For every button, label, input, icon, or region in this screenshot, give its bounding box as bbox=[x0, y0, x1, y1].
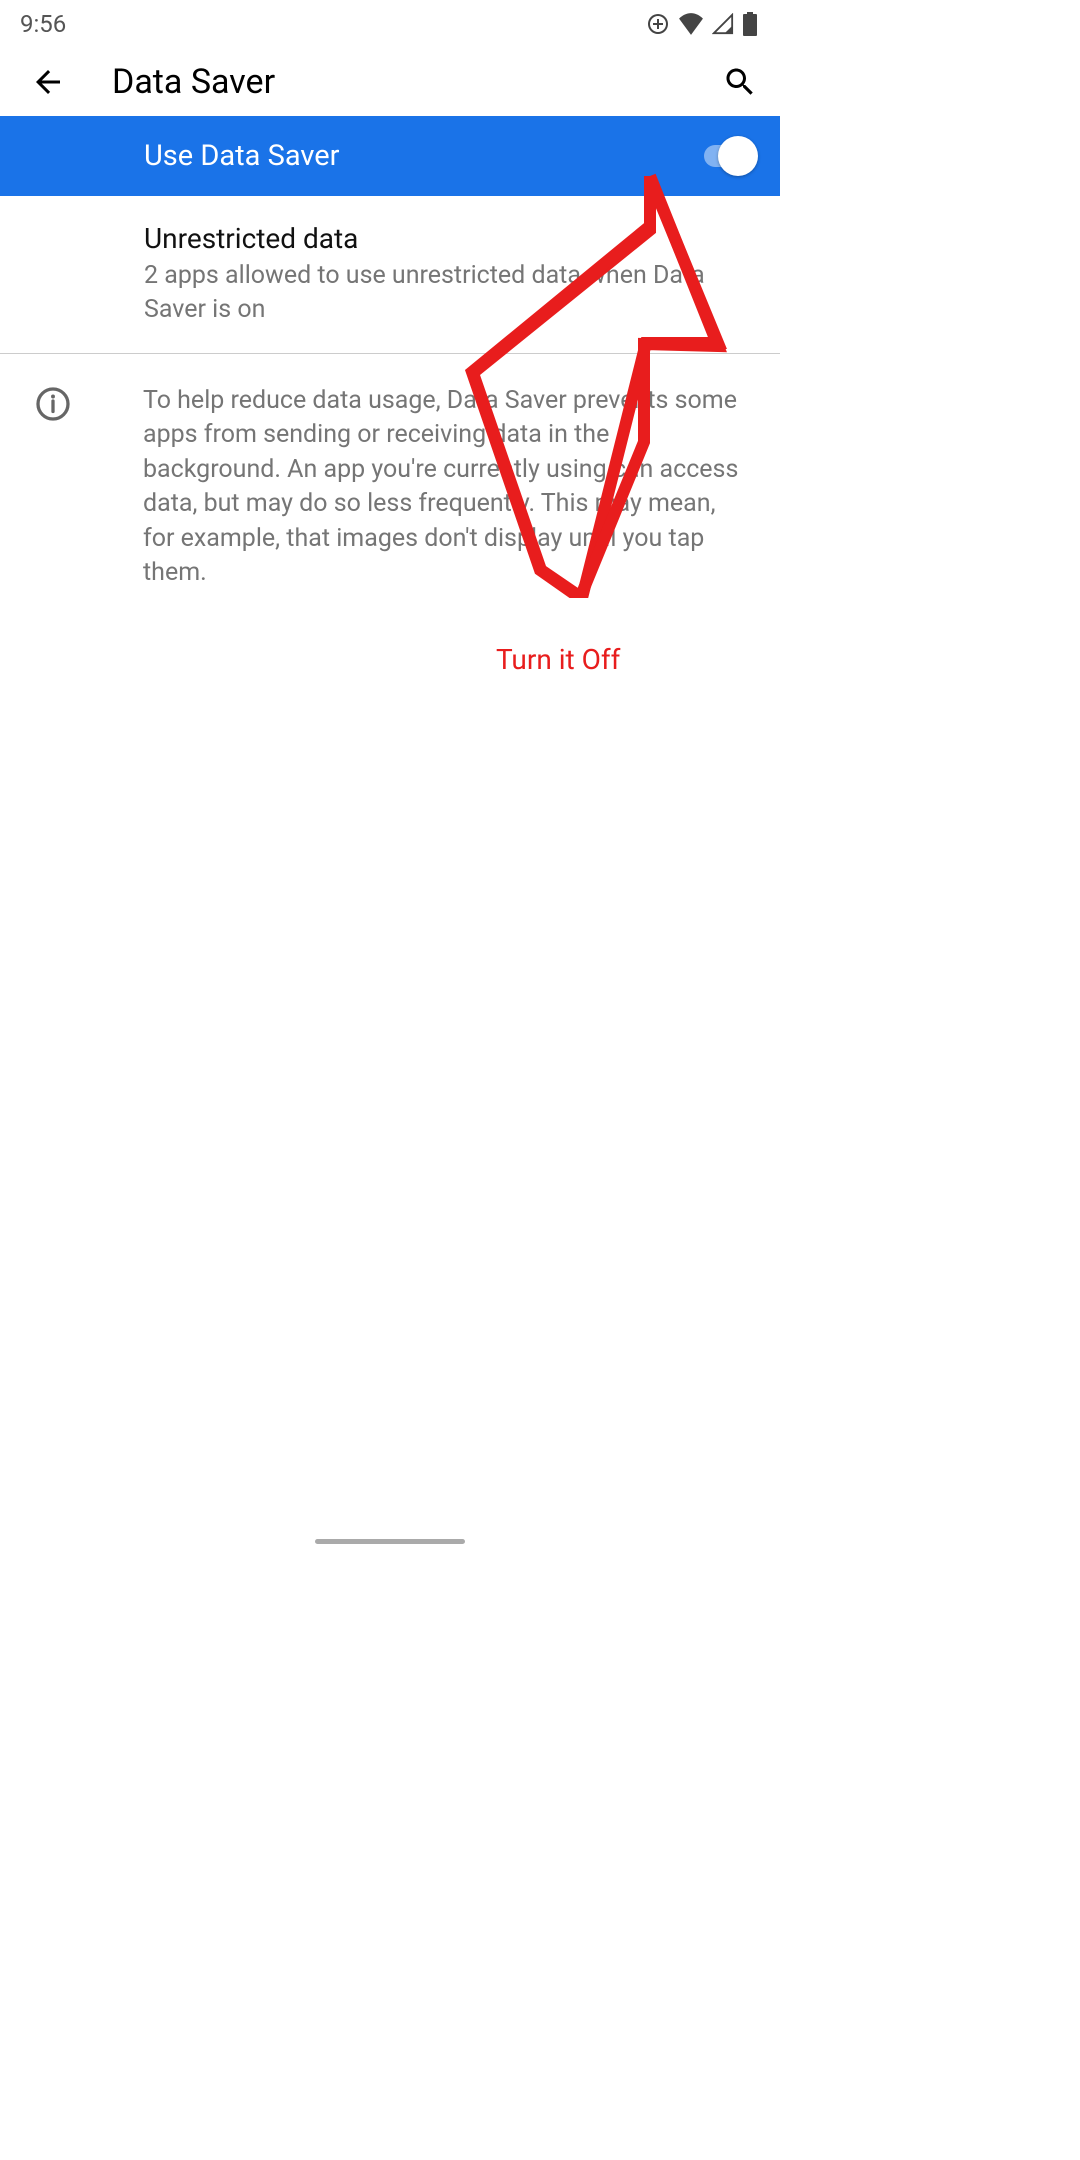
status-icons bbox=[646, 12, 758, 36]
info-icon bbox=[35, 386, 71, 422]
search-button[interactable] bbox=[720, 62, 760, 102]
unrestricted-data-subtitle: 2 apps allowed to use unrestricted data … bbox=[144, 259, 740, 327]
use-data-saver-row[interactable]: Use Data Saver bbox=[0, 116, 780, 196]
use-data-saver-label: Use Data Saver bbox=[144, 139, 690, 173]
unrestricted-data-title: Unrestricted data bbox=[144, 222, 740, 255]
info-row: To help reduce data usage, Data Saver pr… bbox=[0, 354, 780, 615]
nav-handle[interactable] bbox=[315, 1539, 465, 1544]
data-saver-switch[interactable] bbox=[690, 138, 756, 174]
switch-thumb bbox=[718, 136, 758, 176]
page-title: Data Saver bbox=[112, 62, 720, 102]
arrow-back-icon bbox=[30, 64, 66, 100]
app-bar: Data Saver bbox=[0, 48, 780, 116]
back-button[interactable] bbox=[28, 62, 68, 102]
search-icon bbox=[722, 64, 758, 100]
info-text: To help reduce data usage, Data Saver pr… bbox=[143, 384, 740, 591]
signal-icon bbox=[712, 13, 734, 35]
annotation-label: Turn it Off bbox=[496, 643, 620, 676]
wifi-icon bbox=[678, 13, 704, 35]
status-time: 9:56 bbox=[20, 10, 66, 38]
battery-icon bbox=[742, 12, 758, 36]
unrestricted-data-row[interactable]: Unrestricted data 2 apps allowed to use … bbox=[0, 196, 780, 353]
status-bar: 9:56 bbox=[0, 0, 780, 48]
data-saver-status-icon bbox=[646, 12, 670, 36]
